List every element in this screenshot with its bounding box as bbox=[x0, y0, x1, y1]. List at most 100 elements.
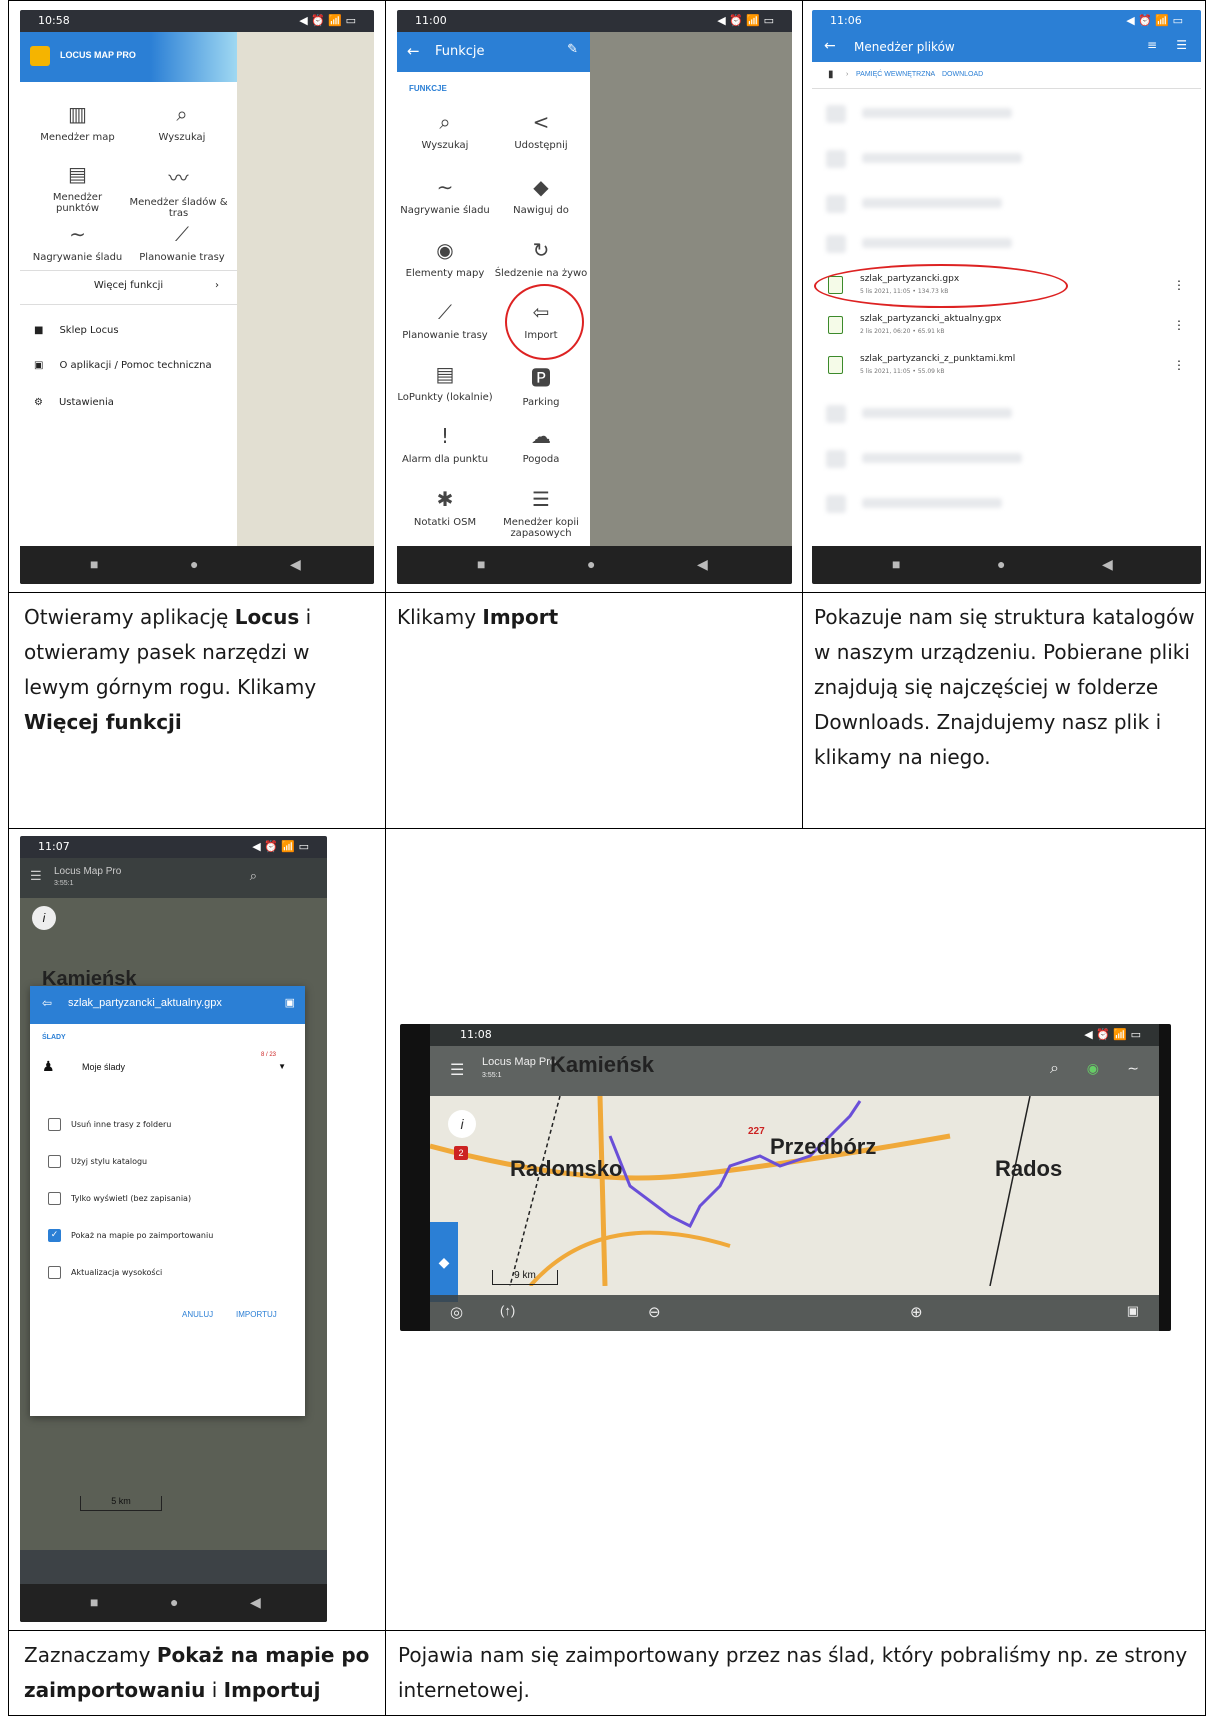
table-border-right bbox=[1205, 0, 1206, 1716]
app-title: LOCUS MAP PRO bbox=[60, 50, 136, 60]
bug-icon: ✱ bbox=[436, 487, 454, 511]
row-line-1 bbox=[8, 592, 1206, 593]
fn-weather[interactable]: ☁ Pogoda bbox=[493, 424, 589, 465]
town-label-przedborz: Przedbórz bbox=[770, 1134, 877, 1159]
route-icon: ⟋ bbox=[175, 222, 189, 246]
caption-3: Pokazuje nam się struktura katalogów w n… bbox=[814, 605, 1195, 769]
more-vert-icon[interactable]: ⋮ bbox=[1173, 278, 1185, 292]
option-elevation-update[interactable]: Aktualizacja wysokości bbox=[48, 1266, 162, 1279]
navigate-icon: ◆ bbox=[533, 175, 549, 199]
gear-icon: ⚙ bbox=[34, 397, 43, 408]
app-logo-icon bbox=[30, 46, 50, 66]
table-border-top bbox=[8, 0, 1206, 1]
search-icon: ⌕ bbox=[439, 110, 451, 134]
more-vert-icon[interactable]: ⋮ bbox=[1173, 318, 1185, 332]
fn-alarm[interactable]: ! Alarm dla punktu bbox=[397, 424, 493, 465]
list-item-about[interactable]: ▣ O aplikacji / Pomoc techniczna bbox=[34, 360, 212, 371]
locate-icon[interactable]: ◎ bbox=[450, 1303, 463, 1321]
fn-map-items[interactable]: ◉ Elementy mapy bbox=[397, 238, 493, 279]
menu-item-tracks-manager[interactable]: 〰 Menedżer śladów & tras bbox=[120, 162, 237, 219]
rec-icon[interactable]: ∼ bbox=[1127, 1060, 1139, 1077]
import-dialog: ⇦ szlak_partyzancki_aktualny.gpx ▣ ŚLADY… bbox=[30, 986, 305, 1416]
list-item-shop[interactable]: ■ Sklep Locus bbox=[34, 325, 119, 336]
menu-item-search[interactable]: ⌕ Wyszukaj bbox=[132, 102, 232, 143]
hiker-icon: ♟ bbox=[42, 1058, 55, 1074]
file-row[interactable]: szlak_partyzancki_z_punktami.kml 5 lis 2… bbox=[812, 350, 1201, 386]
menu-item-track-recording[interactable]: ∼ Nagrywanie śladu bbox=[30, 222, 125, 263]
more-functions-item[interactable]: Więcej funkcji › bbox=[20, 280, 237, 291]
menu-icon[interactable]: ☰ bbox=[1176, 38, 1187, 52]
zoom-in-icon[interactable]: ⊕ bbox=[910, 1303, 923, 1321]
section-label: FUNKCJE bbox=[409, 84, 447, 93]
back-arrow-icon[interactable]: ← bbox=[824, 38, 836, 54]
layers-button[interactable]: ◆ bbox=[430, 1222, 458, 1302]
dialog-title: szlak_partyzancki_aktualny.gpx bbox=[68, 997, 222, 1009]
status-time: 11:08 bbox=[460, 1028, 492, 1041]
fn-live-tracking[interactable]: ↻ Śledzenie na żywo bbox=[493, 238, 589, 279]
breadcrumb: ▮ › PAMIĘĆ WEWNĘTRZNA › DOWNLOAD bbox=[812, 62, 1201, 89]
sort-icon[interactable]: ≡ bbox=[1147, 38, 1157, 52]
gps-icon[interactable]: ◉ bbox=[1087, 1060, 1099, 1077]
option-folder-style[interactable]: Użyj stylu katalogu bbox=[48, 1155, 147, 1168]
map-icon: ▥ bbox=[68, 102, 87, 126]
option-remove-tracks[interactable]: Usuń inne trasy z folderu bbox=[48, 1118, 171, 1131]
menu-icon[interactable]: ☰ bbox=[450, 1060, 464, 1080]
screenshot-functions: 11:00 ◀ ⏰ 📶 ▭ ← Funkcje ✎ FUNKCJE ⌕ Wyszuk… bbox=[397, 10, 792, 584]
scale-bar: 9 km bbox=[492, 1270, 558, 1285]
import-button[interactable]: IMPORTUJ bbox=[236, 1310, 277, 1319]
lock-icon[interactable]: ▣ bbox=[1127, 1303, 1139, 1319]
screenshot-file-manager: 11:06 ◀ ⏰ 📶 ▭ ← Menedżer plików ≡ ☰ ▮ › P… bbox=[812, 10, 1201, 584]
scale-bar: 5 km bbox=[80, 1496, 162, 1511]
kml-file-icon bbox=[828, 356, 843, 374]
sd-card-icon: ▮ bbox=[828, 69, 834, 80]
fn-parking[interactable]: 🅿 Parking bbox=[493, 362, 589, 408]
option-show-on-map[interactable]: ✓ Pokaż na mapie po zaimportowaniu bbox=[48, 1229, 213, 1242]
map-roads bbox=[430, 1096, 1031, 1286]
fn-navigate[interactable]: ◆ Nawiguj do bbox=[493, 175, 589, 216]
menu-item-map-manager[interactable]: ▥ Menedżer map bbox=[30, 102, 125, 143]
fn-backup[interactable]: ☰ Menedżer kopii zapasowych bbox=[493, 487, 589, 539]
menu-item-route-planning[interactable]: ⟋ Planowanie trasy bbox=[132, 222, 232, 263]
parking-icon: 🅿 bbox=[531, 366, 551, 390]
town-label-rados: Rados bbox=[995, 1156, 1063, 1181]
tracks-icon: 〰 bbox=[168, 166, 189, 190]
caption-4: Zaznaczamy Pokaż na mapie po zaimportowa… bbox=[24, 1643, 370, 1702]
status-time: 11:00 bbox=[415, 14, 447, 27]
fn-record[interactable]: ∼ Nagrywanie śladu bbox=[397, 175, 493, 216]
option-display-only[interactable]: Tylko wyświetl (bez zapisania) bbox=[48, 1192, 191, 1205]
caption-2: Klikamy Import bbox=[397, 605, 559, 629]
list-item-settings[interactable]: ⚙ Ustawienia bbox=[34, 397, 114, 408]
edit-icon[interactable]: ✎ bbox=[567, 42, 578, 57]
caption-5: Pojawia nam się zaimportowany przez nas … bbox=[398, 1643, 1188, 1702]
compass-icon[interactable]: (↑) bbox=[500, 1303, 515, 1318]
crumb-download[interactable]: DOWNLOAD bbox=[942, 71, 983, 78]
chevron-right-icon: › bbox=[215, 280, 219, 291]
cancel-button[interactable]: ANULUJ bbox=[182, 1310, 213, 1319]
fn-lopoints[interactable]: ▤ LoPunkty (lokalnie) bbox=[397, 362, 493, 403]
search-icon[interactable]: ⌕ bbox=[1050, 1060, 1059, 1078]
fn-route-planning[interactable]: ⟋ Planowanie trasy bbox=[397, 300, 493, 341]
more-vert-icon[interactable]: ⋮ bbox=[1173, 358, 1185, 372]
alarm-icon: ! bbox=[440, 424, 450, 448]
col-line-1 bbox=[385, 0, 386, 1716]
route-icon: ⟋ bbox=[438, 300, 452, 324]
track-marker: 227 bbox=[748, 1126, 765, 1137]
file-row[interactable]: szlak_partyzancki_aktualny.gpx 2 lis 202… bbox=[812, 310, 1201, 346]
chevron-down-icon: ▼ bbox=[278, 1062, 286, 1071]
info-button[interactable]: i bbox=[32, 906, 56, 930]
info-button[interactable]: i bbox=[448, 1110, 476, 1138]
back-arrow-icon[interactable]: ← bbox=[407, 42, 420, 60]
status-time: 10:58 bbox=[38, 14, 70, 27]
rec-icon: ∼ bbox=[436, 175, 454, 199]
fn-osm-notes[interactable]: ✱ Notatki OSM bbox=[397, 487, 493, 528]
fn-share[interactable]: < Udostępnij bbox=[493, 110, 589, 151]
menu-icon[interactable]: ☰ bbox=[30, 868, 42, 884]
zoom-out-icon[interactable]: ⊖ bbox=[648, 1303, 661, 1321]
crumb-internal[interactable]: PAMIĘĆ WEWNĘTRZNA bbox=[856, 71, 935, 78]
menu-item-points-manager[interactable]: ▤ Menedżer punktów bbox=[30, 162, 125, 214]
fn-search[interactable]: ⌕ Wyszukaj bbox=[397, 110, 493, 151]
status-time: 11:06 bbox=[830, 14, 862, 27]
folder-select[interactable]: ♟ Moje ślady 8 / 23 ▼ bbox=[42, 1052, 292, 1082]
file-type-icon: ▣ bbox=[284, 997, 295, 1009]
search-icon[interactable]: ⌕ bbox=[250, 868, 257, 884]
